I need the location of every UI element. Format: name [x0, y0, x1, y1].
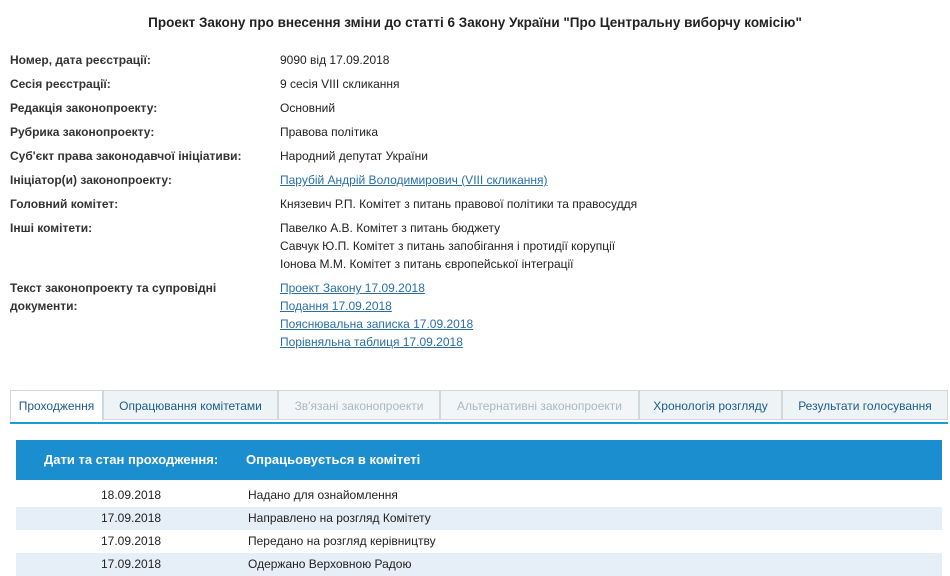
rubric-value: Правова політика: [280, 125, 379, 139]
document-link-submission[interactable]: Подання 17.09.2018: [280, 299, 392, 313]
session-label: Сесія реєстрації:: [10, 77, 111, 91]
current-status-header: Опрацьовується в комітеті: [246, 452, 421, 467]
other-committees-list: Павелко А.В. Комітет з питань бюджету Са…: [280, 219, 615, 273]
row-date: 18.09.2018: [101, 488, 162, 502]
other-committee-item: Савчук Ю.П. Комітет з питань запобігання…: [280, 239, 616, 253]
passage-table: Дати та стан проходження: Опрацьовується…: [16, 440, 942, 576]
table-row: 18.09.2018 Надано для ознайомлення: [16, 484, 942, 507]
row-status: Направлено на розгляд Комітету: [248, 511, 431, 525]
table-row: 17.09.2018 Направлено на розгляд Комітет…: [16, 507, 942, 530]
edition-label: Редакція законопроекту:: [10, 101, 158, 115]
initiative-subject-value: Народний депутат України: [280, 149, 428, 163]
tab-related-bills[interactable]: Зв'язані законопроекти: [278, 390, 440, 420]
row-status: Передано на розгляд керівництву: [248, 534, 436, 548]
main-committee-value: Князевич Р.П. Комітет з питань правової …: [280, 197, 638, 211]
passage-table-header: Дати та стан проходження: Опрацьовується…: [16, 440, 942, 480]
other-committee-item: Іонова М.М. Комітет з питань європейсько…: [280, 257, 574, 271]
other-committees-label: Інші комітети:: [10, 221, 93, 235]
page-title: Проект Закону про внесення зміни до стат…: [148, 15, 802, 30]
row-date: 17.09.2018: [101, 511, 162, 525]
table-row: 17.09.2018 Одержано Верховною Радою: [16, 553, 942, 576]
dates-header: Дати та стан проходження:: [44, 452, 219, 467]
row-date: 17.09.2018: [101, 557, 162, 571]
row-date: 17.09.2018: [101, 534, 162, 548]
tab-committee-processing[interactable]: Опрацювання комітетами: [103, 390, 278, 420]
tab-alternative-bills[interactable]: Альтернативні законопроекти: [440, 390, 639, 420]
row-status: Надано для ознайомлення: [248, 488, 398, 502]
documents-label: Текст законопроекту та супровідні докуме…: [10, 281, 217, 313]
registration-number-value: 9090 від 17.09.2018: [280, 53, 390, 67]
tab-passage[interactable]: Проходження: [10, 390, 103, 422]
registration-number-label: Номер, дата реєстрації:: [10, 53, 151, 67]
initiator-label: Ініціатор(и) законопроекту:: [10, 173, 172, 187]
document-link-comparison-table[interactable]: Порівняльна таблиця 17.09.2018: [280, 335, 463, 349]
edition-value: Основний: [280, 101, 336, 115]
row-status: Одержано Верховною Радою: [248, 557, 412, 571]
document-link-bill[interactable]: Проект Закону 17.09.2018: [280, 281, 425, 295]
initiator-link[interactable]: Парубій Андрій Володимирович (VIII склик…: [280, 173, 548, 187]
documents-list: Проект Закону 17.09.2018 Подання 17.09.2…: [280, 279, 473, 351]
initiative-subject-label: Суб'єкт права законодавчої ініціативи:: [10, 149, 242, 163]
tab-voting-results[interactable]: Результати голосування: [782, 390, 948, 420]
main-committee-label: Головний комітет:: [10, 197, 119, 211]
rubric-label: Рубрика законопроекту:: [10, 125, 155, 139]
document-link-explanatory-note[interactable]: Пояснювальна записка 17.09.2018: [280, 317, 473, 331]
table-row: 17.09.2018 Передано на розгляд керівницт…: [16, 530, 942, 553]
tab-bar: Проходження Опрацювання комітетами Зв'яз…: [10, 390, 948, 424]
session-value: 9 сесія VIII скликання: [280, 77, 400, 91]
tab-chronology[interactable]: Хронологія розгляду: [639, 390, 782, 420]
other-committee-item: Павелко А.В. Комітет з питань бюджету: [280, 221, 501, 235]
